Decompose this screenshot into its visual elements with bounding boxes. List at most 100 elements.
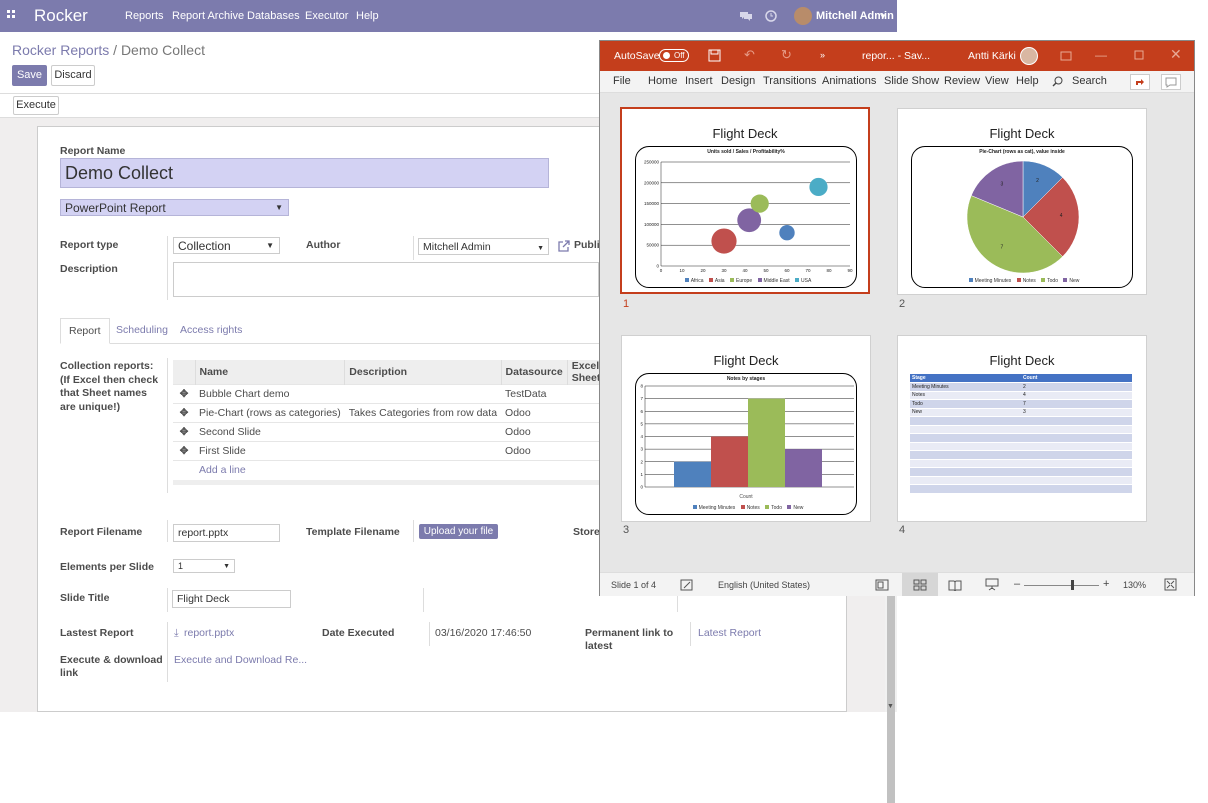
scroll-down-icon[interactable]: ▼: [887, 703, 894, 710]
download-icon[interactable]: ⤓: [174, 627, 179, 640]
menu-reports[interactable]: Reports: [125, 10, 164, 22]
filename-input[interactable]: report.pptx: [173, 524, 280, 542]
elements-select[interactable]: 1 ▼: [173, 559, 235, 573]
divider: [167, 520, 168, 542]
ribbon-display-icon[interactable]: [1060, 51, 1072, 61]
author-select[interactable]: Mitchell Admin ▼: [418, 238, 549, 255]
ribbon-tab-design[interactable]: Design: [721, 75, 755, 87]
x-axis-label: Count: [739, 494, 753, 500]
ribbon-tab-transitions[interactable]: Transitions: [763, 75, 816, 87]
slide-thumbnail-4[interactable]: Flight Deck Stage Count Meeting Minutes 2 …: [897, 335, 1147, 522]
scrollbar-thumb[interactable]: [887, 588, 895, 803]
slide-thumbnail-3[interactable]: Flight Deck Notes by stages 012345678 Co…: [621, 335, 871, 522]
ribbon-tab-file[interactable]: File: [613, 75, 631, 87]
comment-icon[interactable]: [1161, 74, 1181, 90]
zoom-out-icon[interactable]: –: [1014, 578, 1020, 590]
table-row[interactable]: ✥ Second Slide Odoo: [173, 422, 605, 442]
latest-file-link[interactable]: report.pptx: [184, 627, 234, 639]
menu-executor[interactable]: Executor: [305, 10, 348, 22]
tab-report[interactable]: Report: [60, 318, 110, 344]
table-row[interactable]: ✥ First Slide Odoo: [173, 441, 605, 461]
execute-link-label: Execute & download link: [60, 654, 163, 679]
header-description[interactable]: Description: [344, 360, 502, 385]
slide-show-icon[interactable]: [985, 578, 999, 591]
ppt-user-name: Antti Kärki: [968, 50, 1016, 62]
close-icon[interactable]: ✕: [1170, 46, 1182, 63]
slide-counter[interactable]: Slide 1 of 4: [611, 580, 656, 590]
output-type-select[interactable]: PowerPoint Report ▼: [60, 199, 289, 216]
breadcrumb-parent[interactable]: Rocker Reports: [12, 42, 109, 58]
slide-title-input[interactable]: Flight Deck: [172, 590, 291, 608]
more-commands-icon[interactable]: »: [820, 50, 825, 60]
document-title: repor... - Sav...: [862, 50, 931, 62]
menu-report-archive[interactable]: Report Archive: [172, 10, 244, 22]
tab-scheduling[interactable]: Scheduling: [116, 324, 168, 336]
header-name[interactable]: Name: [195, 360, 346, 385]
ribbon-tab-animations[interactable]: Animations: [822, 75, 876, 87]
drag-handle-icon[interactable]: ✥: [177, 388, 191, 400]
discard-button[interactable]: Discard: [51, 65, 95, 86]
row-name: First Slide: [195, 441, 345, 461]
table-row[interactable]: ✥ Pie-Chart (rows as categories) Takes C…: [173, 403, 605, 423]
normal-view-icon[interactable]: [875, 579, 889, 591]
ribbon-tab-slide-show[interactable]: Slide Show: [884, 75, 939, 87]
search-icon[interactable]: [1052, 76, 1063, 87]
execute-download-link[interactable]: Execute and Download Re...: [174, 654, 307, 666]
reading-view-icon[interactable]: [948, 579, 962, 591]
ribbon-tab-review[interactable]: Review: [944, 75, 980, 87]
row-description: [344, 441, 502, 461]
ribbon-tab-view[interactable]: View: [985, 75, 1009, 87]
row-description: [344, 422, 502, 442]
description-input[interactable]: [173, 262, 599, 297]
save-button[interactable]: Save: [12, 65, 47, 86]
zoom-slider[interactable]: [1024, 585, 1099, 586]
autosave-label: AutoSave: [614, 50, 660, 62]
menu-databases[interactable]: Databases: [247, 10, 300, 22]
tab-access-rights[interactable]: Access rights: [180, 324, 242, 336]
add-line-row: Add a line: [173, 460, 605, 480]
zoom-slider-handle[interactable]: [1071, 580, 1074, 590]
ribbon-tab-insert[interactable]: Insert: [685, 75, 713, 87]
bar-chart: Notes by stages 012345678 Count Meeting …: [635, 373, 857, 515]
maximize-icon[interactable]: [1134, 50, 1144, 60]
menu-help[interactable]: Help: [356, 10, 379, 22]
table-row[interactable]: ✥ Bubble Chart demo TestData: [173, 384, 605, 404]
ppt-user-avatar[interactable]: [1020, 47, 1038, 65]
chat-icon[interactable]: [739, 10, 753, 22]
execute-button[interactable]: Execute: [13, 96, 59, 115]
bubble-point: [711, 228, 737, 254]
report-type-select[interactable]: Collection ▼: [173, 237, 280, 254]
ribbon-search[interactable]: Search: [1072, 75, 1107, 87]
report-name-input[interactable]: Demo Collect: [60, 158, 549, 188]
latest-report-link[interactable]: Latest Report: [698, 627, 761, 639]
zoom-in-icon[interactable]: +: [1103, 578, 1109, 590]
ribbon-tab-home[interactable]: Home: [648, 75, 677, 87]
external-link-icon[interactable]: [557, 240, 570, 253]
redo-icon[interactable]: ↻: [781, 47, 792, 63]
share-icon[interactable]: [1130, 74, 1150, 90]
language-status[interactable]: English (United States): [718, 580, 810, 590]
slide-thumbnail-1[interactable]: Flight Deck Units sold / Sales / Profita…: [620, 107, 870, 294]
minimize-icon[interactable]: —: [1095, 48, 1107, 62]
notes-icon[interactable]: [680, 579, 694, 591]
add-line-link[interactable]: Add a line: [195, 460, 345, 480]
fit-to-window-icon[interactable]: [1164, 578, 1177, 591]
slide-thumbnail-2[interactable]: Flight Deck Pie-Chart (rows as cat), val…: [897, 108, 1147, 295]
drag-handle-icon[interactable]: ✥: [177, 426, 191, 438]
autosave-toggle[interactable]: Off: [659, 49, 689, 62]
save-icon[interactable]: [708, 49, 721, 62]
drag-handle-icon[interactable]: ✥: [177, 445, 191, 457]
drag-handle-icon[interactable]: ✥: [177, 407, 191, 419]
header-datasource[interactable]: Datasource: [501, 360, 568, 385]
row-datasource: Odoo: [501, 441, 568, 461]
clock-icon[interactable]: [765, 10, 777, 22]
zoom-level[interactable]: 130%: [1123, 580, 1146, 590]
apps-grid-icon[interactable]: [7, 10, 19, 22]
upload-file-button[interactable]: Upload your file: [419, 524, 498, 539]
undo-icon[interactable]: ↶: [744, 47, 755, 63]
slide-sorter-view-active[interactable]: [902, 573, 938, 596]
user-avatar[interactable]: [794, 7, 812, 25]
ribbon-tab-help[interactable]: Help: [1016, 75, 1039, 87]
slide-sorter-icon: [913, 579, 927, 591]
chevron-down-icon[interactable]: ▼: [879, 12, 887, 21]
